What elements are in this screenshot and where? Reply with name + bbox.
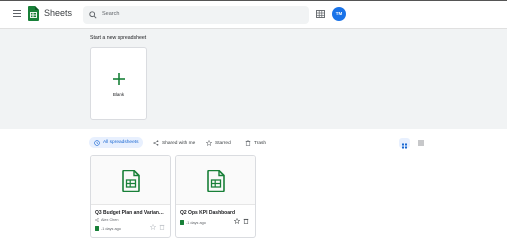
star-icon[interactable]: [234, 218, 240, 224]
grid-view-icon: [402, 143, 407, 149]
file-name: Q3 Budget Plan and Varian…: [95, 210, 164, 216]
file-thumbnail: [176, 156, 255, 205]
filter-trash[interactable]: Trash: [245, 138, 266, 148]
modified-time: -1 days ago: [101, 226, 121, 231]
blank-label: Blank: [112, 92, 125, 97]
clock-icon: [94, 139, 100, 146]
filter-label: Starred: [215, 140, 231, 146]
sheets-mini-icon: [95, 226, 99, 231]
grid-view-button[interactable]: [399, 138, 410, 149]
apps-grid-icon[interactable]: [316, 10, 325, 18]
template-gallery: Start a new spreadsheet Blank: [0, 29, 507, 129]
file-meta: -1 days ago: [95, 226, 121, 231]
share-icon: [153, 140, 159, 146]
modified-time: -1 days ago: [186, 220, 206, 225]
menu-icon[interactable]: [13, 10, 21, 18]
file-card[interactable]: Q2 Ops KPI Dashboard -1 days ago: [175, 155, 256, 238]
filter-label: Shared with me: [162, 140, 196, 146]
file-name: Q2 Ops KPI Dashboard: [180, 210, 236, 216]
trash-icon: [245, 140, 251, 146]
spreadsheet-icon: [122, 170, 140, 192]
app-title: Sheets: [44, 8, 73, 18]
shared-icon: [95, 218, 99, 222]
file-meta: -1 days ago: [180, 220, 206, 225]
file-owner: Alex Chen: [95, 218, 119, 222]
sheets-mini-icon: [180, 220, 184, 225]
star-icon: [206, 140, 212, 146]
top-app-bar: Sheets Search TM: [0, 0, 507, 29]
trash-icon[interactable]: [243, 218, 249, 224]
file-thumbnail: [91, 156, 170, 205]
filter-label: Trash: [254, 140, 267, 146]
file-card[interactable]: Q3 Budget Plan and Varian… Alex Chen -1 …: [90, 155, 171, 238]
sheets-logo-icon[interactable]: [28, 6, 39, 21]
filter-label: All spreadsheets: [103, 140, 139, 145]
gallery-title: Start a new spreadsheet: [90, 35, 147, 41]
avatar[interactable]: TM: [332, 7, 346, 21]
owner-name: Alex Chen: [101, 218, 119, 222]
filter-starred[interactable]: Starred: [206, 138, 231, 148]
search-input[interactable]: Search: [83, 6, 309, 24]
search-icon: [89, 11, 97, 19]
blank-template-card[interactable]: Blank: [90, 47, 147, 120]
filter-all-spreadsheets[interactable]: All spreadsheets: [89, 137, 144, 148]
spreadsheet-icon: [207, 170, 225, 192]
plus-icon: [113, 73, 125, 85]
list-view-icon[interactable]: [417, 139, 425, 147]
search-placeholder: Search: [102, 11, 120, 17]
filter-bar: All spreadsheets Shared with me Starred …: [0, 129, 507, 155]
star-icon[interactable]: [150, 224, 156, 230]
filter-shared-with-me[interactable]: Shared with me: [153, 138, 195, 148]
trash-icon[interactable]: [159, 224, 165, 230]
